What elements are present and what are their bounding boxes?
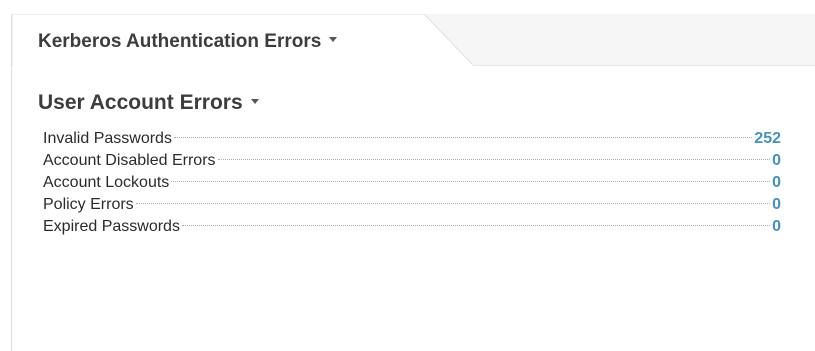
list-item-expired-passwords: Expired Passwords 0: [43, 216, 781, 238]
row-value-link[interactable]: 0: [772, 194, 781, 216]
chevron-down-icon[interactable]: [329, 37, 338, 43]
row-value-link[interactable]: 0: [772, 150, 781, 172]
row-label: Expired Passwords: [43, 218, 180, 235]
list-item-account-disabled-errors: Account Disabled Errors 0: [43, 150, 781, 172]
row-label: Account Disabled Errors: [43, 152, 216, 169]
tab-title[interactable]: Kerberos Authentication Errors: [38, 31, 338, 53]
row-value-link[interactable]: 0: [772, 172, 781, 194]
list-item-invalid-passwords: Invalid Passwords 252: [43, 128, 781, 150]
dotted-leader: [181, 225, 771, 226]
row-value-link[interactable]: 252: [754, 128, 781, 150]
user-account-errors-section: User Account Errors Invalid Passwords 25…: [38, 90, 783, 235]
kerberos-errors-panel: Kerberos Authentication Errors User Acco…: [11, 14, 815, 351]
tab-kerberos-authentication-errors[interactable]: Kerberos Authentication Errors: [12, 14, 482, 66]
dotted-leader: [135, 203, 771, 204]
dotted-leader: [217, 159, 771, 160]
list-item-policy-errors: Policy Errors 0: [43, 194, 781, 216]
tab-title-label: Kerberos Authentication Errors: [38, 31, 322, 52]
row-label: Invalid Passwords: [43, 130, 172, 147]
chevron-down-icon[interactable]: [250, 98, 259, 104]
section-title-label: User Account Errors: [38, 91, 243, 114]
row-value-link[interactable]: 0: [772, 216, 781, 238]
dotted-leader: [171, 181, 771, 182]
section-title[interactable]: User Account Errors: [38, 90, 783, 116]
dotted-leader: [173, 137, 753, 138]
error-list: Invalid Passwords 252 Account Disabled E…: [43, 128, 781, 238]
row-label: Policy Errors: [43, 196, 134, 213]
row-label: Account Lockouts: [43, 174, 170, 191]
tab-strip: Kerberos Authentication Errors: [12, 14, 815, 66]
list-item-account-lockouts: Account Lockouts 0: [43, 172, 781, 194]
